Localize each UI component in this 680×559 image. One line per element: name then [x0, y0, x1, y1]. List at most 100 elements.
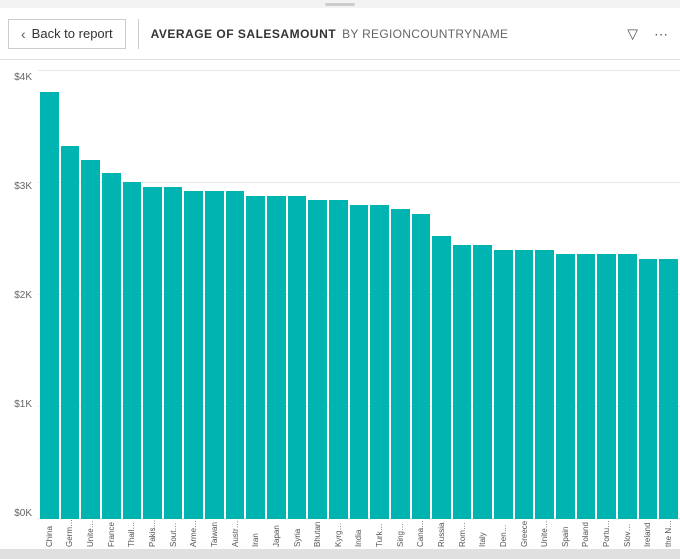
bar	[246, 196, 265, 519]
x-axis-label: Russia	[437, 519, 446, 547]
x-axis-label: Greece	[520, 519, 529, 547]
x-axis-label: Ireland	[643, 519, 652, 547]
x-label-wrapper: Thailand	[123, 519, 142, 549]
bar-wrapper[interactable]	[164, 70, 183, 519]
bottom-scrollbar[interactable]	[0, 549, 680, 559]
bar-wrapper[interactable]	[556, 70, 575, 519]
bar-wrapper[interactable]	[329, 70, 348, 519]
bar-wrapper[interactable]	[453, 70, 472, 519]
bar-wrapper[interactable]	[412, 70, 431, 519]
x-label-wrapper: Turkmenistan	[370, 519, 389, 549]
x-labels: China Germany United States France Thailand P…	[38, 519, 680, 549]
x-axis-label: Thailand	[127, 519, 136, 547]
bar	[453, 245, 472, 519]
bar-wrapper[interactable]	[102, 70, 121, 519]
bar-wrapper[interactable]	[639, 70, 658, 519]
x-axis-label: Portugal	[602, 519, 611, 547]
bar-wrapper[interactable]	[143, 70, 162, 519]
x-label-wrapper: Portugal	[597, 519, 616, 549]
bar-wrapper[interactable]	[81, 70, 100, 519]
x-axis-label: Turkmenistan	[375, 519, 384, 547]
x-axis-label: China	[45, 519, 54, 547]
y-axis-label: $4K	[14, 72, 32, 83]
x-label-wrapper: United Kingdom	[535, 519, 554, 549]
back-arrow-icon: ‹	[21, 26, 26, 42]
bar	[329, 200, 348, 519]
bar-wrapper[interactable]	[494, 70, 513, 519]
x-label-wrapper: Japan	[267, 519, 286, 549]
bar	[597, 254, 616, 519]
bar	[40, 92, 59, 519]
bar-wrapper[interactable]	[473, 70, 492, 519]
bar	[308, 200, 327, 519]
bar-wrapper[interactable]	[267, 70, 286, 519]
y-axis-label: $1K	[14, 399, 32, 410]
header: ‹ Back to report AVERAGE OF SALESAMOUNT …	[0, 8, 680, 60]
y-axis-label: $2K	[14, 290, 32, 301]
y-axis: $4K$3K$2K$1K$0K	[0, 70, 38, 549]
x-label-wrapper: Spain	[556, 519, 575, 549]
bar-wrapper[interactable]	[577, 70, 596, 519]
bar	[412, 214, 431, 519]
x-axis-label: Taiwan	[210, 519, 219, 547]
bar-wrapper[interactable]	[288, 70, 307, 519]
x-label-wrapper: Germany	[61, 519, 80, 549]
x-label-wrapper: Pakistan	[143, 519, 162, 549]
x-label-wrapper: Slovenia	[618, 519, 637, 549]
bar-wrapper[interactable]	[535, 70, 554, 519]
bar	[391, 209, 410, 519]
bar-wrapper[interactable]	[515, 70, 534, 519]
x-axis-label: Kyrgyzstan	[334, 519, 343, 547]
bar-wrapper[interactable]	[61, 70, 80, 519]
bar	[515, 250, 534, 519]
bar-wrapper[interactable]	[184, 70, 203, 519]
bar	[164, 187, 183, 519]
bar	[81, 160, 100, 519]
bar-wrapper[interactable]	[123, 70, 142, 519]
bar-wrapper[interactable]	[659, 70, 678, 519]
bar-wrapper[interactable]	[391, 70, 410, 519]
x-axis-label: Syria	[293, 519, 302, 547]
x-axis-label: South Korea	[169, 519, 178, 547]
x-label-wrapper: Romania	[453, 519, 472, 549]
bar-wrapper[interactable]	[432, 70, 451, 519]
x-label-wrapper: Kyrgyzstan	[329, 519, 348, 549]
x-axis-label: United Kingdom	[540, 519, 549, 547]
bar-wrapper[interactable]	[308, 70, 327, 519]
back-to-report-button[interactable]: ‹ Back to report	[8, 19, 126, 49]
x-axis-label: Denmark	[499, 519, 508, 547]
bar	[205, 191, 224, 519]
x-label-wrapper: India	[350, 519, 369, 549]
x-label-wrapper: Armenia	[184, 519, 203, 549]
bar-wrapper[interactable]	[597, 70, 616, 519]
bar	[123, 182, 142, 519]
x-label-wrapper: Poland	[577, 519, 596, 549]
x-axis-label: Germany	[65, 519, 74, 547]
header-divider	[138, 19, 139, 49]
x-axis-label: Australia	[231, 519, 240, 547]
bar-wrapper[interactable]	[350, 70, 369, 519]
bar-wrapper[interactable]	[618, 70, 637, 519]
x-label-wrapper: Russia	[432, 519, 451, 549]
x-axis-label: Poland	[581, 519, 590, 547]
chart-area: $4K$3K$2K$1K$0K ChinaGermanyUnited State…	[0, 60, 680, 549]
bar-wrapper[interactable]	[246, 70, 265, 519]
x-label-wrapper: Italy	[473, 519, 492, 549]
x-axis-label: India	[354, 519, 363, 547]
x-axis-label: the Netherlands	[664, 519, 673, 547]
bar	[577, 254, 596, 519]
x-label-wrapper: United States	[81, 519, 100, 549]
bar-wrapper[interactable]	[370, 70, 389, 519]
filter-icon[interactable]: ▽	[623, 23, 642, 44]
bar	[350, 205, 369, 519]
bar	[267, 196, 286, 519]
more-options-icon[interactable]: ···	[650, 24, 672, 44]
bar-wrapper[interactable]	[226, 70, 245, 519]
x-axis-label: Romania	[458, 519, 467, 547]
bar	[535, 250, 554, 519]
bar	[659, 259, 678, 519]
bar-wrapper[interactable]	[40, 70, 59, 519]
x-axis-label: France	[107, 519, 116, 547]
x-label-wrapper: Syria	[288, 519, 307, 549]
bar-wrapper[interactable]	[205, 70, 224, 519]
